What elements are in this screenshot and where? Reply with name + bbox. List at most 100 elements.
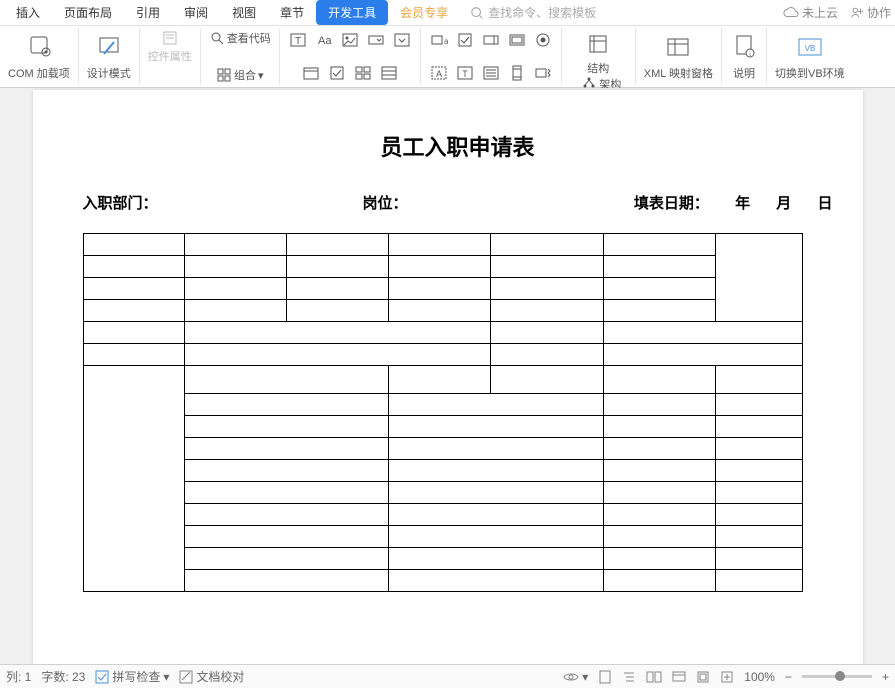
table-row [83,416,802,438]
design-label: 设计模式 [87,65,131,81]
doc-proof[interactable]: 文档校对 [179,668,244,685]
document-area[interactable]: 员工入职申请表 入职部门： 岗位： 填表日期： 年 月 日 [0,88,895,664]
table-row [83,504,802,526]
legacy-dropdown-icon[interactable] [481,30,501,50]
tab-dev[interactable]: 开发工具 [316,0,388,25]
help-label: 说明 [733,65,755,81]
ctrl-checkbox-icon[interactable] [327,63,347,83]
ctrl-repeat-icon[interactable] [379,63,399,83]
spell-check[interactable]: 拼写检查 ▾ [95,668,169,685]
group-design: 设计模式 [79,28,140,85]
ctrl-gallery-icon[interactable] [353,63,373,83]
vb-icon[interactable]: VB [796,33,824,61]
xml-label: XML 映射窗格 [644,65,713,81]
table-row [83,570,802,592]
group-controls: 控件属性 [140,28,201,85]
table-row [83,322,802,344]
zoom-fit-icon[interactable] [720,670,734,684]
group-xml: XML 映射窗格 [636,28,722,85]
tab-layout[interactable]: 页面布局 [52,0,124,25]
zoom-value[interactable]: 100% [744,670,775,684]
viewcode-button[interactable]: 查看代码 [209,30,271,46]
table-row [83,300,802,322]
tab-review[interactable]: 审阅 [172,0,220,25]
view-eye-icon[interactable]: ▾ [563,670,588,684]
search-box[interactable]: 查找命令、搜索模板 [470,4,596,21]
legacy-spin-icon[interactable] [533,63,553,83]
group-legacy: ab A T [421,28,562,85]
svg-text:T: T [462,69,468,79]
group-controls-grid: T Aa [280,28,421,85]
ctrl-dropdown-icon[interactable] [392,30,412,50]
tab-vip[interactable]: 会员专享 [388,0,460,25]
ctrl-combo-icon[interactable] [366,30,386,50]
group-structure: 结构 架构 扩展包 [562,28,636,85]
collab-button[interactable]: 协作 [850,4,891,21]
zoom-slider[interactable] [802,675,872,678]
view-outline-icon[interactable] [622,670,636,684]
search-icon [470,6,484,20]
table-row [83,548,802,570]
pos-label: 岗位： [363,192,583,213]
table-row [83,366,802,394]
legacy-text-icon[interactable]: ab [429,30,449,50]
addins-icon[interactable] [25,33,53,61]
zoom-in[interactable]: + [882,670,889,684]
group-code: 查看代码 组合 ▾ [201,28,280,85]
help-icon[interactable]: i [730,33,758,61]
vb-label: 切换到VB环境 [775,65,845,81]
props-label: 控件属性 [148,48,192,64]
table-row [83,394,802,416]
group-vb: VB 切换到VB环境 [767,28,853,85]
tab-view[interactable]: 视图 [220,0,268,25]
svg-text:i: i [749,52,750,58]
tab-chapter[interactable]: 章节 [268,0,316,25]
legacy-t-icon[interactable]: T [455,63,475,83]
svg-text:ab: ab [444,37,448,46]
tab-refs[interactable]: 引用 [124,0,172,25]
props-button [162,30,178,46]
legacy-scroll-icon[interactable] [507,63,527,83]
legacy-radio-icon[interactable] [533,30,553,50]
ctrl-text-icon[interactable]: T [288,30,308,50]
xml-icon[interactable] [664,33,692,61]
legacy-check-icon[interactable] [455,30,475,50]
page: 员工入职申请表 入职部门： 岗位： 填表日期： 年 月 日 [33,90,863,664]
ctrl-date-icon[interactable] [301,63,321,83]
table-row [83,234,802,256]
menu-tabs: 插入 页面布局 引用 审阅 视图 章节 开发工具 会员专享 查找命令、搜索模板 … [0,0,895,26]
ctrl-image-icon[interactable] [340,30,360,50]
view-web-icon[interactable] [672,670,686,684]
legacy-a-icon[interactable]: A [429,63,449,83]
tab-insert[interactable]: 插入 [4,0,52,25]
date-label: 填表日期： 年 月 日 [634,192,833,213]
group-button[interactable]: 组合 ▾ [216,67,264,83]
addins-label: COM 加载项 [8,65,70,81]
view-print-icon[interactable] [696,670,710,684]
search-placeholder: 查找命令、搜索模板 [488,4,596,21]
doc-title: 员工入职申请表 [83,130,833,162]
dept-label: 入职部门： [83,192,363,213]
status-words[interactable]: 字数: 23 [41,668,85,685]
cloud-status[interactable]: 未上云 [783,4,838,21]
table-row [83,526,802,548]
table-row [83,482,802,504]
zoom-out[interactable]: − [785,670,792,684]
design-icon[interactable] [95,33,123,61]
structure-label: 结构 [587,60,609,76]
table-row [83,438,802,460]
svg-text:T: T [295,36,301,47]
status-bar: 列: 1 字数: 23 拼写检查 ▾ 文档校对 ▾ 100% − + [0,664,895,688]
form-table [83,233,803,592]
legacy-frame-icon[interactable] [507,30,527,50]
view-page-icon[interactable] [598,670,612,684]
legacy-list-icon[interactable] [481,63,501,83]
svg-text:Aa: Aa [318,35,332,47]
view-read-icon[interactable] [646,671,662,683]
svg-text:A: A [436,69,442,79]
ctrl-richtext-icon[interactable]: Aa [314,30,334,50]
group-help: i 说明 [722,28,767,85]
structure-icon[interactable] [584,30,612,58]
status-col: 列: 1 [6,668,31,685]
table-row [83,278,802,300]
